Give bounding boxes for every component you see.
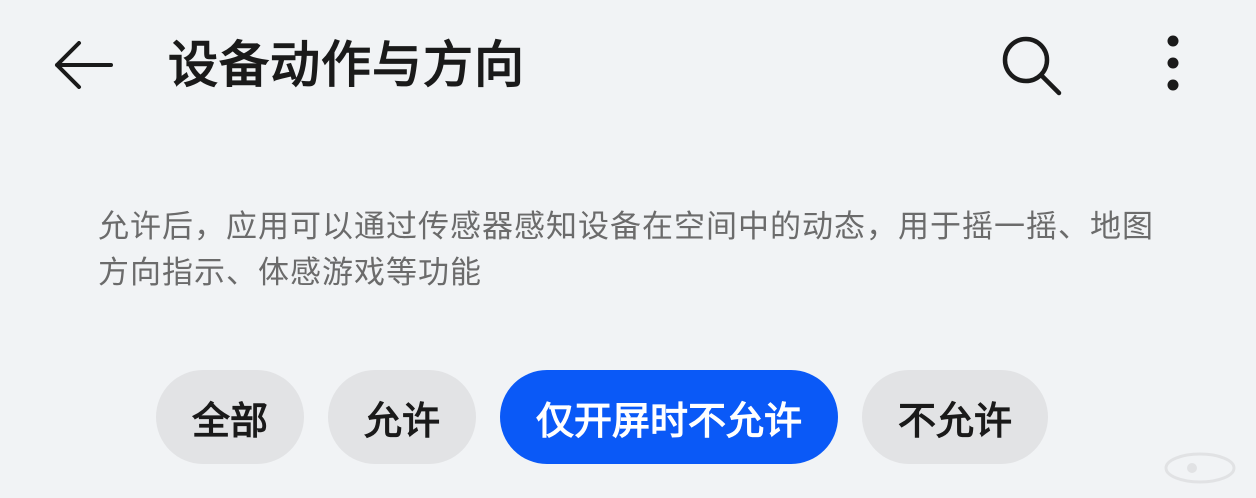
- arrow-left-icon: [55, 41, 113, 89]
- app-header: 设备动作与方向: [0, 0, 1256, 130]
- page-title: 设备动作与方向: [168, 36, 525, 94]
- back-button[interactable]: [48, 34, 118, 96]
- search-icon: [1002, 36, 1062, 96]
- permission-description: 允许后，应用可以通过传感器感知设备在空间中的动态，用于摇一摇、地图方向指示、体感…: [98, 209, 1154, 291]
- option-deny[interactable]: 不允许: [862, 370, 1049, 464]
- search-button[interactable]: [996, 32, 1066, 98]
- option-allow-except-screen-on[interactable]: 仅开屏时不允许: [500, 370, 839, 464]
- option-all[interactable]: 全部: [156, 370, 305, 464]
- watermark-logo: [1164, 452, 1236, 484]
- option-allow[interactable]: 允许: [328, 370, 477, 464]
- more-options-button[interactable]: [1150, 32, 1196, 94]
- more-vertical-icon: [1167, 35, 1179, 91]
- permission-options: 全部 允许 仅开屏时不允许 不允许: [156, 370, 1049, 464]
